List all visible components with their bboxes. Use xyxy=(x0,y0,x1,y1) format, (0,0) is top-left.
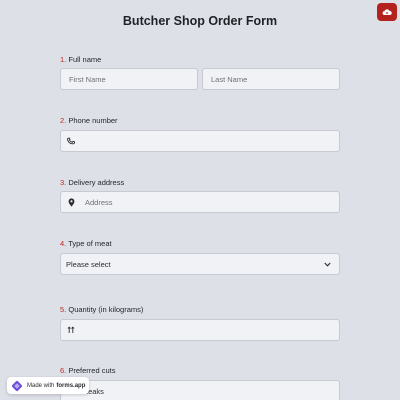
question-text: Preferred cuts xyxy=(68,366,116,375)
question-number: 1. xyxy=(60,55,67,64)
address-input[interactable]: Address xyxy=(60,191,340,213)
question-quantity: 5. Quantity (in kilograms) xyxy=(60,304,340,315)
made-with-badge[interactable]: Made with forms.app xyxy=(7,377,89,394)
question-label: 1. Full name xyxy=(60,54,340,65)
meat-type-select[interactable]: Please select xyxy=(60,253,340,275)
question-text: Full name xyxy=(68,55,102,64)
question-address: 3. Delivery address xyxy=(60,177,340,188)
question-meat-type: 4. Type of meat xyxy=(60,238,340,249)
question-label: 2. Phone number xyxy=(60,115,340,126)
made-with-text: Made with xyxy=(27,382,55,389)
question-label: 4. Type of meat xyxy=(60,238,340,249)
question-text: Delivery address xyxy=(68,178,125,187)
question-phone: 2. Phone number xyxy=(60,115,340,126)
cloud-icon xyxy=(382,9,392,16)
form-page: Butcher Shop Order Form 1. Full name Fir… xyxy=(0,0,400,400)
question-text: Phone number xyxy=(68,116,118,125)
question-number: 6. xyxy=(60,366,67,375)
meat-type-selected: Please select xyxy=(66,259,111,269)
phone-icon xyxy=(66,136,76,146)
question-full-name: 1. Full name xyxy=(60,54,340,65)
preferred-cuts-input[interactable]: Steaks xyxy=(60,380,340,400)
question-number: 4. xyxy=(60,239,67,248)
question-label: 6. Preferred cuts xyxy=(60,365,340,376)
question-number: 5. xyxy=(60,305,67,314)
first-name-placeholder: First Name xyxy=(69,74,106,84)
first-name-input[interactable]: First Name xyxy=(60,68,198,90)
phone-input[interactable] xyxy=(60,130,340,152)
question-number: 2. xyxy=(60,116,67,125)
forms-app-logo-icon xyxy=(11,380,23,392)
question-text: Type of meat xyxy=(68,239,112,248)
question-label: 5. Quantity (in kilograms) xyxy=(60,304,340,315)
sort-arrows-icon xyxy=(66,325,76,335)
quantity-input[interactable] xyxy=(60,319,340,341)
question-label: 3. Delivery address xyxy=(60,177,340,188)
corner-action-button[interactable] xyxy=(377,3,397,21)
last-name-input[interactable]: Last Name xyxy=(202,68,340,90)
last-name-placeholder: Last Name xyxy=(211,74,248,84)
question-number: 3. xyxy=(60,178,67,187)
address-placeholder: Address xyxy=(85,197,113,207)
brand-name: forms.app xyxy=(56,382,86,389)
location-pin-icon xyxy=(66,197,76,207)
question-text: Quantity (in kilograms) xyxy=(68,305,144,314)
question-preferred-cuts: 6. Preferred cuts xyxy=(60,365,340,376)
chevron-down-icon xyxy=(322,259,332,269)
form-title: Butcher Shop Order Form xyxy=(122,14,278,28)
